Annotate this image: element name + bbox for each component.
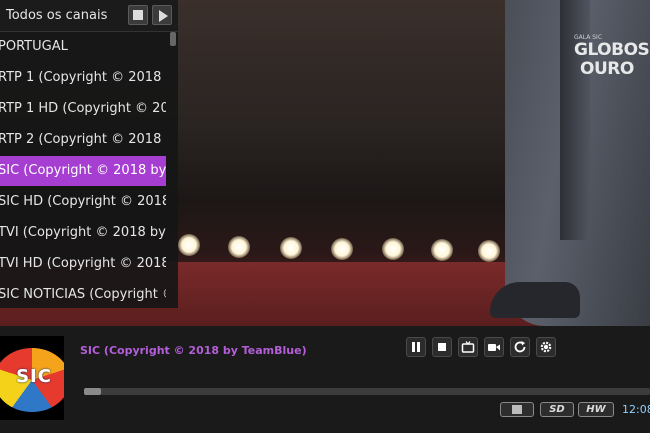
- record-icon: [488, 344, 500, 351]
- stage-light: [178, 234, 200, 256]
- channel-item[interactable]: RTP 2 (Copyright © 2018 by TeamBlue): [0, 125, 166, 155]
- channel-item[interactable]: SIC (Copyright © 2018 by TeamBlue): [0, 156, 166, 186]
- channel-item[interactable]: SIC NOTICIAS (Copyright © 2018 by TeamBl…: [0, 280, 166, 310]
- channel-list-scrollbar[interactable]: [170, 32, 176, 46]
- stage-light: [478, 240, 500, 262]
- broadcast-logo-line2: OURO: [580, 59, 634, 79]
- channel-logo-text: SIC: [16, 366, 52, 387]
- channel-item[interactable]: RTP 1 HD (Copyright © 2018 by TeamBlue): [0, 94, 166, 124]
- tv-button[interactable]: [458, 337, 478, 357]
- channel-list-title: Todos os canais: [6, 8, 108, 23]
- pause-button[interactable]: [406, 337, 426, 357]
- quality-badge[interactable]: SD: [540, 402, 574, 417]
- channel-list-panel: Todos os canais PORTUGAL RTP 1 (Copyright…: [0, 0, 178, 308]
- refresh-icon: [514, 341, 526, 353]
- clock: 12:08: [622, 403, 650, 416]
- now-playing-title: SIC (Copyright © 2018 by TeamBlue): [80, 344, 307, 357]
- play-icon[interactable]: [152, 5, 172, 25]
- stage-light: [382, 238, 404, 260]
- tv-icon: [461, 341, 475, 353]
- broadcast-logo: GALA SIC GLOBOS OURO: [574, 34, 650, 79]
- presenter-shoe: [490, 282, 580, 318]
- stage-light: [228, 236, 250, 258]
- stop-icon: [438, 343, 446, 351]
- channel-item[interactable]: SIC HD (Copyright © 2018 by TeamBlue): [0, 187, 166, 217]
- channel-item[interactable]: TVI HD (Copyright © 2018 by TeamBlue): [0, 249, 166, 279]
- channel-item[interactable]: PORTUGAL: [0, 32, 166, 62]
- aspect-ratio-icon: [512, 405, 522, 414]
- settings-icon: [540, 341, 552, 353]
- stage-light: [331, 238, 353, 260]
- channel-logo: SIC: [0, 336, 64, 420]
- decoder-badge[interactable]: HW: [578, 402, 614, 417]
- stage-light: [280, 237, 302, 259]
- channel-item[interactable]: RTP 1 (Copyright © 2018 by TeamBlue): [0, 63, 166, 93]
- stage-light: [431, 239, 453, 261]
- aspect-ratio-badge[interactable]: [500, 402, 534, 417]
- refresh-button[interactable]: [510, 337, 530, 357]
- stop-button[interactable]: [432, 337, 452, 357]
- progress-bar-fill: [84, 388, 101, 395]
- settings-button[interactable]: [536, 337, 556, 357]
- broadcast-logo-line1: GLOBOS: [574, 40, 650, 60]
- pause-icon: [412, 342, 420, 352]
- channel-list-header: Todos os canais: [0, 0, 178, 32]
- progress-bar[interactable]: [84, 388, 650, 395]
- list-icon[interactable]: [128, 5, 148, 25]
- channel-item[interactable]: TVI (Copyright © 2018 by TeamBlue): [0, 218, 166, 248]
- record-button[interactable]: [484, 337, 504, 357]
